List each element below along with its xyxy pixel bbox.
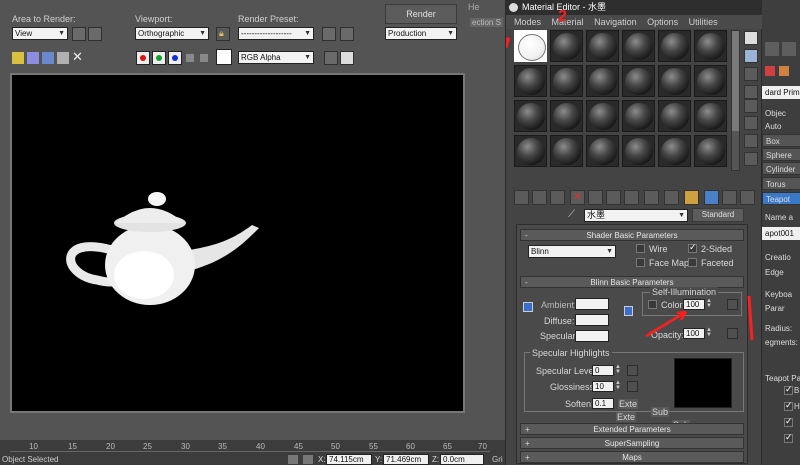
- chevron-down-icon: ▼: [199, 30, 206, 37]
- tick-label: 20: [106, 442, 115, 451]
- status-text: Object Selected: [2, 455, 59, 464]
- annotation-mark: [747, 295, 754, 341]
- edit-region-icon[interactable]: [72, 27, 86, 41]
- viewport-dropdown[interactable]: Orthographic ▼: [135, 27, 209, 40]
- annotation-arrow: [645, 310, 687, 338]
- annotation-number-2: 2: [558, 8, 567, 25]
- environment-icon[interactable]: [340, 27, 354, 41]
- green-channel-button[interactable]: [152, 51, 166, 65]
- chevron-down-icon: ▼: [304, 54, 311, 61]
- auto-region-icon[interactable]: [88, 27, 102, 41]
- chevron-down-icon: ▼: [447, 30, 454, 37]
- segments-label: egments:: [765, 338, 798, 347]
- toggle-ui-icon[interactable]: [340, 51, 354, 65]
- teapot-button[interactable]: Teapot: [762, 192, 800, 205]
- y-coordinate-field[interactable]: 71.469cm: [383, 454, 429, 465]
- tick-label: 45: [294, 442, 303, 451]
- edge-radio[interactable]: Edge: [762, 266, 800, 279]
- torus-button[interactable]: Torus: [762, 177, 800, 190]
- tick-label: 70: [478, 442, 487, 451]
- shapes-icon[interactable]: [779, 66, 789, 76]
- primitive-type-dropdown[interactable]: dard Primiti: [762, 86, 800, 99]
- teapot-part-checkbox[interactable]: [784, 432, 793, 443]
- save-image-icon[interactable]: [12, 52, 24, 64]
- z-label: Z:: [432, 455, 440, 464]
- lock-selection-icon[interactable]: [288, 455, 298, 464]
- render-viewport[interactable]: [10, 73, 465, 413]
- copy-image-icon[interactable]: [27, 52, 39, 64]
- lock-icon[interactable]: 🔒︎: [216, 27, 230, 41]
- creation-method-title: Creatio: [765, 253, 791, 262]
- part-fragment: H: [794, 402, 800, 411]
- channel-display-dropdown[interactable]: RGB Alpha ▼: [238, 51, 314, 64]
- teapot-parts-title: Teapot Pa: [765, 374, 800, 383]
- red-annotation-overlay: [506, 36, 754, 341]
- render-setup-icon[interactable]: [322, 27, 336, 41]
- time-ruler[interactable]: 10 15 20 25 30 35 40 45 50 55 60 65 70: [10, 440, 490, 452]
- render-preset-dropdown[interactable]: ------------------- ▼: [238, 27, 314, 40]
- x-label: X:: [318, 455, 326, 464]
- absolute-mode-icon[interactable]: [303, 455, 313, 464]
- blue-channel-button[interactable]: [168, 51, 182, 65]
- object-name-field[interactable]: apot001: [762, 227, 800, 240]
- background-fragment: He: [468, 2, 480, 12]
- tick-label: 55: [369, 442, 378, 451]
- render-mode-dropdown[interactable]: Production ▼: [385, 27, 457, 40]
- sphere-button[interactable]: Sphere: [762, 148, 800, 161]
- keyboard-entry-title[interactable]: Keyboa: [762, 288, 800, 301]
- tick-label: 35: [218, 442, 227, 451]
- radius-label: Radius:: [765, 324, 793, 333]
- y-label: Y:: [375, 455, 383, 464]
- part-fragment: B: [794, 386, 800, 395]
- clear-icon[interactable]: ✕: [72, 49, 83, 65]
- print-icon[interactable]: [57, 52, 69, 64]
- box-button[interactable]: Box: [762, 134, 800, 147]
- tick-label: 15: [68, 442, 77, 451]
- x-coordinate-field[interactable]: 74.115cm: [326, 454, 372, 465]
- create-tab-icon[interactable]: [765, 42, 779, 56]
- tick-label: 40: [256, 442, 265, 451]
- geometry-icon[interactable]: [765, 66, 775, 76]
- render-preset-label: Render Preset:: [238, 14, 299, 24]
- material-editor-window: Material Editor - 水墨 Modes Material Navi…: [505, 0, 763, 465]
- teapot-image: [66, 192, 259, 305]
- render-button[interactable]: Render: [385, 4, 457, 24]
- modify-tab-icon[interactable]: [782, 42, 796, 56]
- command-panel: dard Primiti Objec Auto Box Sphere Cylin…: [762, 0, 800, 465]
- monochrome-icon[interactable]: [200, 54, 208, 62]
- color-swatch[interactable]: [216, 49, 232, 65]
- cylinder-button[interactable]: Cylinder: [762, 162, 800, 175]
- autogrid-checkbox[interactable]: Auto: [762, 120, 800, 133]
- toggle-ui-overlay-icon[interactable]: [324, 51, 338, 65]
- grid-fragment: Gri: [492, 455, 503, 464]
- tick-label: 50: [331, 442, 340, 451]
- parameters-title[interactable]: Parar: [762, 302, 800, 315]
- area-to-render-dropdown[interactable]: View ▼: [12, 27, 68, 40]
- clone-frame-icon[interactable]: [42, 52, 54, 64]
- tick-label: 25: [143, 442, 152, 451]
- tick-label: 60: [406, 442, 415, 451]
- selection-fragment: ection S: [470, 18, 503, 27]
- tick-label: 10: [29, 442, 38, 451]
- name-and-color-title: Name a: [765, 213, 794, 222]
- z-coordinate-field[interactable]: 0.0cm: [440, 454, 484, 465]
- viewport-label: Viewport:: [135, 14, 173, 24]
- chevron-down-icon: ▼: [304, 30, 311, 37]
- object-type-title: Objec: [765, 109, 786, 118]
- teapot-part-checkbox[interactable]: [784, 400, 793, 411]
- rendered-frame-window: Area to Render: View ▼ Viewport: Orthogra…: [0, 0, 505, 465]
- red-channel-button[interactable]: [136, 51, 150, 65]
- tick-label: 30: [181, 442, 190, 451]
- tick-label: 65: [443, 442, 452, 451]
- alpha-channel-icon[interactable]: [186, 54, 194, 62]
- area-to-render-label: Area to Render:: [12, 14, 76, 24]
- teapot-part-checkbox[interactable]: [784, 384, 793, 395]
- teapot-part-checkbox[interactable]: [784, 416, 793, 427]
- chevron-down-icon: ▼: [58, 30, 65, 37]
